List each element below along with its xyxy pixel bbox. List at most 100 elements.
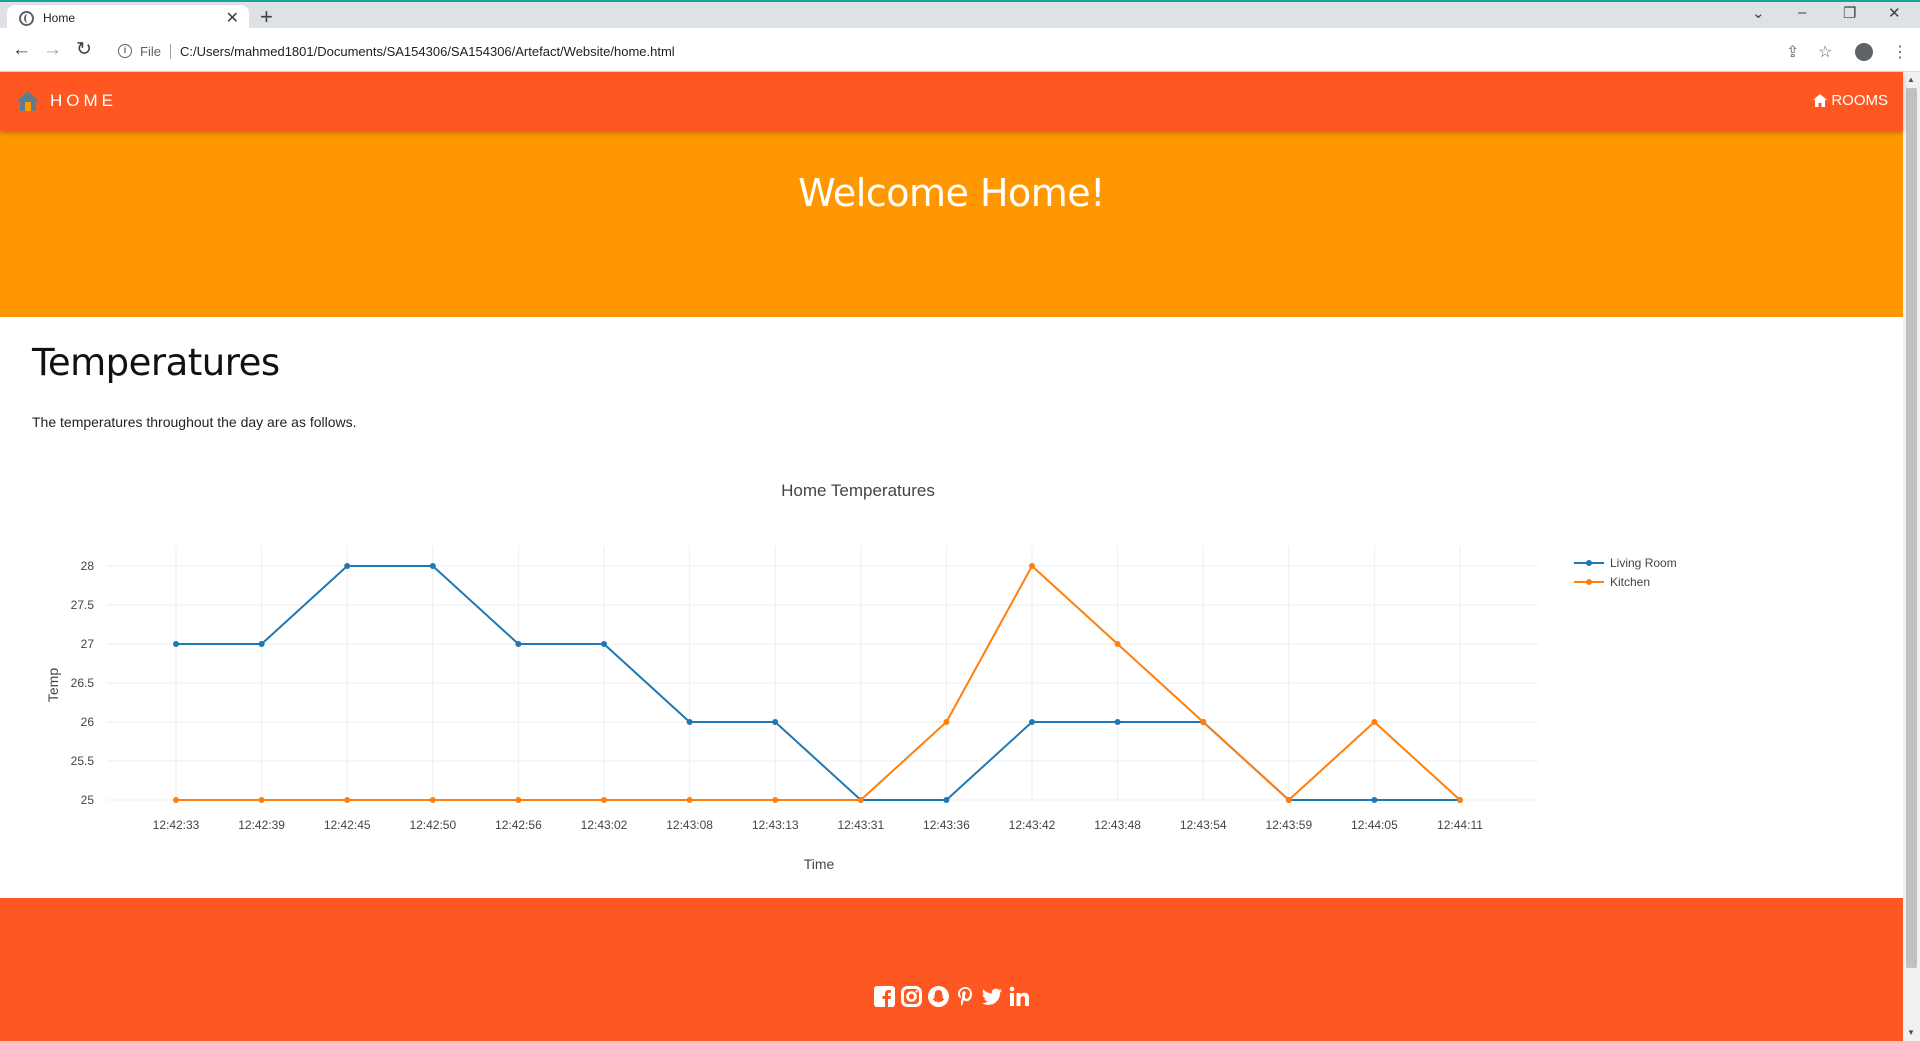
- data-point[interactable]: [173, 641, 179, 647]
- browser-toolbar: ← → ↻ i File C:/Users/mahmed1801/Documen…: [0, 30, 1920, 72]
- data-point[interactable]: [1285, 797, 1292, 803]
- data-point[interactable]: [515, 641, 522, 647]
- snapchat-icon[interactable]: [928, 986, 949, 1007]
- x-tick-label: 12:42:50: [409, 818, 456, 832]
- y-tick-label: 26: [81, 715, 95, 729]
- x-tick-label: 12:43:36: [923, 818, 970, 832]
- scroll-up-icon[interactable]: ▲: [1907, 75, 1915, 84]
- reload-icon[interactable]: ↻: [76, 39, 92, 61]
- x-axis-label: Time: [804, 856, 835, 872]
- tab-search-icon[interactable]: ⌄: [1752, 4, 1765, 22]
- data-point[interactable]: [601, 797, 607, 803]
- x-tick-label: 12:43:08: [666, 818, 713, 832]
- page-scrollbar[interactable]: ▲ ▼: [1903, 72, 1920, 1041]
- site-footer: [0, 898, 1903, 1041]
- bookmark-star-icon[interactable]: ☆: [1818, 42, 1832, 62]
- data-point[interactable]: [258, 797, 265, 803]
- close-tab-icon[interactable]: ✕: [226, 8, 239, 28]
- x-tick-label: 12:42:56: [495, 818, 542, 832]
- hero-title: Welcome Home!: [798, 171, 1105, 215]
- home-logo-icon: [17, 91, 39, 111]
- data-point[interactable]: [1371, 719, 1378, 725]
- data-point[interactable]: [1457, 797, 1463, 803]
- restore-icon[interactable]: ❐: [1843, 4, 1856, 22]
- rooms-label: ROOMS: [1831, 92, 1888, 109]
- rooms-link[interactable]: ROOMS: [1813, 92, 1888, 109]
- info-icon[interactable]: i: [118, 44, 132, 58]
- y-tick-label: 25.5: [71, 754, 95, 768]
- address-text[interactable]: C:/Users/mahmed1801/Documents/SA154306/S…: [180, 44, 675, 59]
- house-icon: [1813, 94, 1828, 107]
- minimize-icon[interactable]: –: [1798, 4, 1806, 21]
- x-tick-label: 12:42:39: [238, 818, 285, 832]
- y-tick-label: 26.5: [71, 676, 95, 690]
- site-navbar: HOME ROOMS: [0, 72, 1903, 131]
- data-point[interactable]: [344, 563, 351, 569]
- instagram-icon[interactable]: [901, 986, 922, 1007]
- data-point[interactable]: [515, 797, 522, 803]
- profile-avatar-icon[interactable]: [1855, 43, 1873, 61]
- menu-kebab-icon[interactable]: ⋮: [1892, 42, 1908, 62]
- browser-tabstrip: Home ✕ + ⌄ – ❐ ✕: [0, 0, 1920, 31]
- data-point[interactable]: [258, 641, 265, 647]
- new-tab-icon[interactable]: +: [260, 5, 273, 29]
- data-point[interactable]: [686, 719, 693, 725]
- x-tick-label: 12:43:02: [581, 818, 628, 832]
- facebook-icon[interactable]: [874, 986, 895, 1007]
- data-point[interactable]: [1114, 641, 1121, 647]
- y-tick-label: 25: [81, 793, 95, 807]
- browser-tab[interactable]: Home ✕: [7, 5, 249, 31]
- y-tick-label: 27.5: [71, 598, 95, 612]
- data-point[interactable]: [344, 797, 351, 803]
- x-tick-label: 12:44:05: [1351, 818, 1398, 832]
- forward-icon[interactable]: →: [43, 39, 62, 61]
- globe-icon: [19, 10, 34, 26]
- data-point[interactable]: [772, 719, 779, 725]
- scroll-down-icon[interactable]: ▼: [1907, 1028, 1915, 1037]
- data-point[interactable]: [686, 797, 693, 803]
- legend-marker: [1586, 560, 1592, 566]
- tab-title: Home: [43, 11, 76, 25]
- data-point[interactable]: [429, 797, 436, 803]
- data-point[interactable]: [1029, 563, 1035, 569]
- linkedin-icon[interactable]: [1009, 986, 1030, 1007]
- x-tick-label: 12:43:31: [837, 818, 884, 832]
- data-point[interactable]: [1029, 719, 1035, 725]
- y-tick-label: 28: [81, 559, 95, 573]
- data-point[interactable]: [943, 797, 950, 803]
- y-tick-label: 27: [81, 637, 95, 651]
- social-links: [874, 986, 1030, 1007]
- data-point[interactable]: [1371, 797, 1378, 803]
- x-tick-label: 12:42:45: [324, 818, 371, 832]
- temperature-chart: Home Temperatures 25 25.5 26 26.5 27 27.5 28 1…: [45, 481, 1677, 872]
- brand-link[interactable]: HOME: [16, 90, 117, 112]
- legend-item[interactable]: Living Room: [1610, 556, 1677, 570]
- pinterest-icon[interactable]: [955, 986, 976, 1007]
- data-point[interactable]: [857, 797, 864, 803]
- data-point[interactable]: [1200, 719, 1207, 725]
- data-point[interactable]: [429, 563, 436, 569]
- chart-title: Home Temperatures: [781, 481, 935, 500]
- back-icon[interactable]: ←: [12, 39, 31, 61]
- y-axis-label: Temp: [45, 668, 61, 702]
- data-point[interactable]: [943, 719, 950, 725]
- x-tick-label: 12:43:13: [752, 818, 799, 832]
- x-tick-label: 12:42:33: [153, 818, 200, 832]
- data-point[interactable]: [601, 641, 607, 647]
- brand-label: HOME: [50, 91, 117, 110]
- main-content: Temperatures The temperatures throughout…: [32, 317, 1892, 430]
- x-tick-label: 12:43:54: [1180, 818, 1227, 832]
- data-point[interactable]: [1114, 719, 1121, 725]
- close-window-icon[interactable]: ✕: [1888, 4, 1901, 22]
- address-bar[interactable]: i File C:/Users/mahmed1801/Documents/SA1…: [108, 36, 1908, 66]
- data-point[interactable]: [173, 797, 179, 803]
- data-point[interactable]: [772, 797, 779, 803]
- share-icon[interactable]: ⇪: [1786, 42, 1799, 62]
- x-tick-label: 12:43:48: [1094, 818, 1141, 832]
- x-tick-label: 12:43:42: [1009, 818, 1056, 832]
- hero-banner: Welcome Home!: [0, 131, 1903, 317]
- x-tick-label: 12:43:59: [1265, 818, 1312, 832]
- scrollbar-thumb[interactable]: [1906, 88, 1917, 968]
- twitter-icon[interactable]: [982, 986, 1003, 1007]
- legend-item[interactable]: Kitchen: [1610, 575, 1650, 589]
